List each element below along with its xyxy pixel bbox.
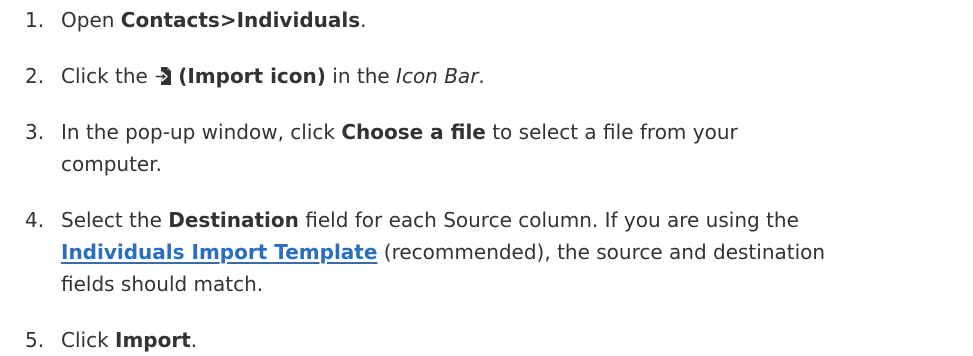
step-number: 3. (25, 120, 45, 144)
import-label: Import (115, 328, 191, 352)
step-text: Select the Destination field for each So… (61, 204, 969, 300)
individuals-import-template-link[interactable]: Individuals Import Template (61, 240, 377, 264)
step-text-pre: Click the (61, 64, 155, 88)
step-number: 5. (25, 328, 45, 352)
step-number: 2. (25, 64, 45, 88)
destination-label: Destination (168, 208, 299, 232)
menu-path: Contacts>Individuals (120, 8, 361, 32)
step-text-post: . (190, 328, 198, 352)
step-text: Open Contacts>Individuals. (61, 4, 969, 36)
step-number: 4. (25, 208, 45, 232)
import-icon-label: (Import icon) (178, 64, 326, 88)
step-text-line2: computer. (61, 152, 162, 176)
step-text-line3: fields should match. (61, 272, 264, 296)
step-text: Click Import. (61, 324, 969, 356)
step-text: In the pop-up window, click Choose a fil… (61, 116, 969, 180)
import-icon (154, 63, 174, 95)
step-text-pre: In the pop-up window, click (61, 120, 342, 144)
step-text-post: to select a file from your (485, 120, 738, 144)
choose-file-label: Choose a file (341, 120, 486, 144)
step-text-pre: Click (61, 328, 116, 352)
instruction-steps: 1. Open Contacts>Individuals. 2. Click t… (0, 0, 973, 352)
step-text-post: . (478, 64, 485, 88)
step-text-pre: Select the (61, 208, 169, 232)
step-number: 1. (25, 8, 45, 32)
step-text-pre: Open (61, 8, 121, 32)
step-text-post2: (recommended), the source and destinatio… (377, 240, 826, 264)
step-text-mid: in the (325, 64, 397, 88)
step-text-post: . (360, 8, 367, 32)
icon-bar-label: Icon Bar (396, 64, 479, 88)
step-text: Click the (Import icon) in the Icon Bar. (61, 60, 969, 95)
step-text-post: field for each Source column. If you are… (298, 208, 799, 232)
